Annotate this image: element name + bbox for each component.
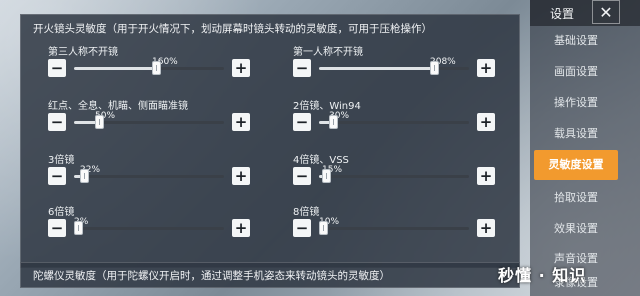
slider-thumb[interactable] (319, 221, 328, 235)
sidebar-item-pickup[interactable]: 拾取设置 (534, 185, 618, 211)
sidebar-item-sensitivity[interactable]: 灵敏度设置 (534, 150, 618, 180)
gyro-sensitivity-panel: 陀螺仪灵敏度（用于陀螺仪开启时，通过调整手机姿态来转动镜头的灵敏度） (20, 262, 520, 288)
decrease-button[interactable]: − (293, 113, 311, 131)
slider-fill (74, 67, 156, 70)
slider-label: 第一人称不开镜 (293, 47, 363, 58)
slider-label: 红点、全息、机瞄、侧面瞄准镜 (48, 101, 188, 112)
increase-button[interactable]: + (477, 113, 495, 131)
slider-track[interactable]: 2% (74, 217, 224, 235)
slider-track[interactable]: 22% (74, 165, 224, 183)
sidebar-item-graphics[interactable]: 画面设置 (534, 59, 618, 85)
slider-thumb[interactable] (80, 169, 89, 183)
increase-button[interactable]: + (232, 167, 250, 185)
sidebar-title: 设置 (550, 7, 575, 21)
increase-button[interactable]: + (477, 59, 495, 77)
close-icon[interactable]: ✕ (592, 0, 620, 24)
slider-label: 6倍镜 (48, 207, 75, 218)
decrease-button[interactable]: − (293, 167, 311, 185)
slider-track[interactable]: 208% (319, 57, 469, 75)
watermark: 秒懂 · 知识 (498, 266, 587, 285)
slider-label: 3倍镜 (48, 155, 75, 166)
decrease-button[interactable]: − (48, 59, 66, 77)
slider-thumb[interactable] (430, 61, 439, 75)
settings-sidebar: 设置 ✕ 基础设置 画面设置 操作设置 载具设置 灵敏度设置 拾取设置 效果设置… (530, 0, 640, 296)
slider-track[interactable]: 160% (74, 57, 224, 75)
slider-thumb[interactable] (95, 115, 104, 129)
decrease-button[interactable]: − (48, 113, 66, 131)
slider-label: 4倍镜、VSS (293, 155, 349, 166)
sidebar-item-basic[interactable]: 基础设置 (534, 28, 618, 54)
slider-label: 第三人称不开镜 (48, 47, 118, 58)
increase-button[interactable]: + (232, 59, 250, 77)
slider-label: 2倍镜、Win94 (293, 101, 361, 112)
fire-sensitivity-panel: 开火镜头灵敏度（用于开火情况下，划动屏幕时镜头转动的灵敏度，可用于压枪操作） 第… (20, 14, 520, 268)
increase-button[interactable]: + (232, 113, 250, 131)
slider-track[interactable]: 50% (74, 111, 224, 129)
increase-button[interactable]: + (477, 167, 495, 185)
fire-section-title: 开火镜头灵敏度（用于开火情况下，划动屏幕时镜头转动的灵敏度，可用于压枪操作） (33, 23, 432, 35)
slider-thumb[interactable] (74, 221, 83, 235)
slider-thumb[interactable] (322, 169, 331, 183)
slider-label: 8倍镜 (293, 207, 320, 218)
sidebar-item-controls[interactable]: 操作设置 (534, 90, 618, 116)
increase-button[interactable]: + (232, 219, 250, 237)
decrease-button[interactable]: − (48, 219, 66, 237)
slider-track[interactable]: 30% (319, 111, 469, 129)
sidebar-header: 设置 ✕ (530, 0, 640, 26)
slider-thumb[interactable] (329, 115, 338, 129)
gyro-section-title: 陀螺仪灵敏度（用于陀螺仪开启时，通过调整手机姿态来转动镜头的灵敏度） (33, 270, 390, 282)
decrease-button[interactable]: − (293, 219, 311, 237)
slider-track[interactable]: 15% (319, 165, 469, 183)
slider-thumb[interactable] (152, 61, 161, 75)
sidebar-item-vehicle[interactable]: 载具设置 (534, 121, 618, 147)
decrease-button[interactable]: − (293, 59, 311, 77)
slider-track[interactable]: 10% (319, 217, 469, 235)
slider-fill (319, 67, 434, 70)
sidebar-item-effects[interactable]: 效果设置 (534, 216, 618, 242)
decrease-button[interactable]: − (48, 167, 66, 185)
increase-button[interactable]: + (477, 219, 495, 237)
